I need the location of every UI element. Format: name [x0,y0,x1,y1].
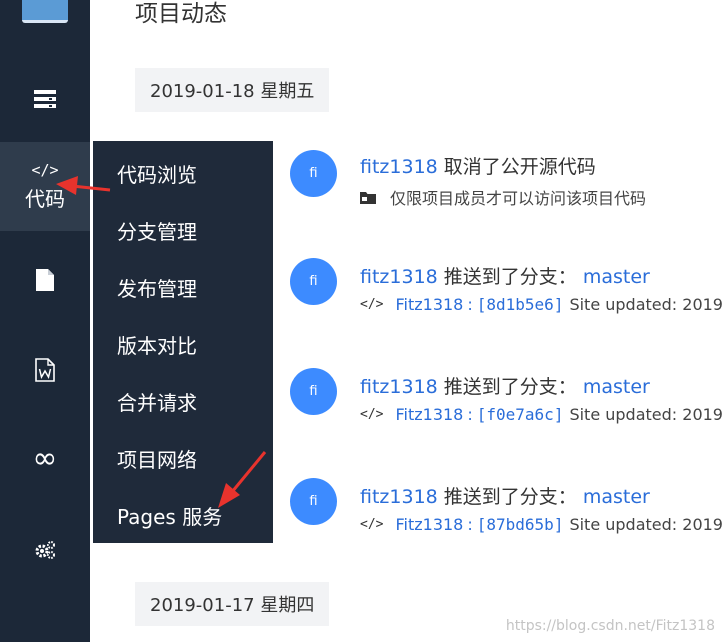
sidebar-item-code[interactable]: </> 代码 [0,142,90,231]
avatar[interactable]: fi [290,150,337,197]
folder-lock-icon [360,192,376,204]
page-title: 项目动态 [135,1,227,27]
sidebar-item-label: 代码 [25,187,65,211]
commit-line: </> Fitz1318 : [f0e7a6c] Site updated: 2… [360,405,723,424]
separator: : [467,405,473,424]
commit-hash-link[interactable]: [87bd65b] [477,515,564,534]
avatar[interactable]: fi [290,258,337,305]
commit-hash-link[interactable]: [f0e7a6c] [477,405,564,424]
event-title: fitz1318 推送到了分支： master [360,372,650,399]
avatar[interactable]: fi [290,368,337,415]
word-doc-icon [35,358,55,382]
event-action: 推送到了分支： [443,266,577,288]
user-link[interactable]: fitz1318 [360,376,438,398]
menu-item-network[interactable]: 项目网络 [117,444,197,473]
file-icon [36,269,54,291]
commit-line: </> Fitz1318 : [8d1b5e6] Site updated: 2… [360,295,723,314]
watermark: https://blog.csdn.net/Fitz1318 [505,618,715,634]
sidebar-item-overview[interactable] [0,75,90,123]
menu-item-compare[interactable]: 版本对比 [117,330,197,359]
list-icon [34,90,56,108]
sidebar-item-devops[interactable]: ∞ [0,437,90,481]
commit-author-link[interactable]: Fitz1318 [395,515,463,534]
commit-line: </> Fitz1318 : [87bd65b] Site updated: 2… [360,515,723,534]
separator: : [467,295,473,314]
sidebar-item-files[interactable] [0,258,90,302]
sidebar-item-settings[interactable] [0,528,90,572]
menu-item-releases[interactable]: 发布管理 [117,273,197,302]
user-link[interactable]: fitz1318 [360,156,438,178]
user-link[interactable]: fitz1318 [360,486,438,508]
commit-author-link[interactable]: Fitz1318 [395,405,463,424]
avatar[interactable]: fi [290,478,337,525]
event-title: fitz1318 推送到了分支： master [360,482,650,509]
infinity-icon: ∞ [32,441,58,476]
menu-item-pull-requests[interactable]: 合并请求 [117,387,197,416]
user-link[interactable]: fitz1318 [360,266,438,288]
event-detail-text: 仅限项目成员才可以访问该项目代码 [390,189,647,208]
commit-hash-link[interactable]: [8d1b5e6] [477,295,564,314]
date-badge: 2019-01-17 星期四 [135,582,330,626]
branch-link[interactable]: master [583,486,650,508]
menu-item-pages[interactable]: Pages 服务 [117,501,222,530]
branch-link[interactable]: master [583,376,650,398]
menu-item-code-browse[interactable]: 代码浏览 [117,159,197,188]
menu-item-branches[interactable]: 分支管理 [117,216,197,245]
code-icon: </> [360,517,384,532]
commit-author-link[interactable]: Fitz1318 [395,295,463,314]
event-action: 取消了公开源代码 [443,156,596,178]
code-icon: </> [31,161,59,179]
code-submenu: 代码浏览 分支管理 发布管理 版本对比 合并请求 项目网络 Pages 服务 [93,141,273,543]
sidebar-item-wiki[interactable] [0,348,90,392]
sidebar: </> 代码 ∞ [0,0,90,642]
branch-link[interactable]: master [583,266,650,288]
settings-gears-icon [35,541,55,559]
event-title: fitz1318 取消了公开源代码 [360,152,596,179]
commit-message: Site updated: 2019-0 [569,405,723,424]
commit-message: Site updated: 2019-0 [569,515,723,534]
commit-message: Site updated: 2019-0 [569,295,723,314]
code-icon: </> [360,407,384,422]
event-action: 推送到了分支： [443,486,577,508]
event-detail: 仅限项目成员才可以访问该项目代码 [360,185,646,209]
separator: : [467,515,473,534]
date-badge: 2019-01-18 星期五 [135,68,330,112]
code-icon: </> [360,297,384,312]
event-title: fitz1318 推送到了分支： master [360,262,650,289]
event-action: 推送到了分支： [443,376,577,398]
project-logo[interactable] [22,0,68,23]
